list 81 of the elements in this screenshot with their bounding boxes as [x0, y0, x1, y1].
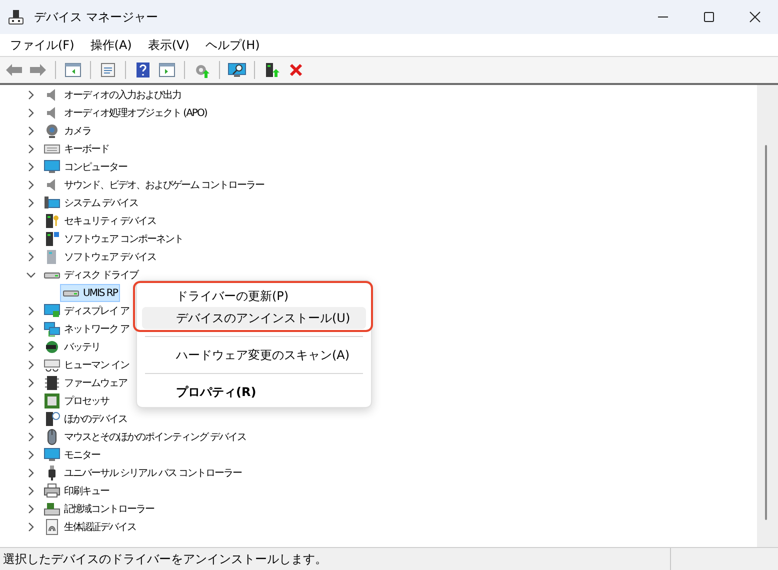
tree-item[interactable]: サウンド、ビデオ、およびゲーム コントローラー: [64, 178, 264, 192]
printer-icon: [44, 483, 60, 499]
tower-icon: [44, 411, 60, 427]
app-icon: [8, 9, 24, 25]
keyboard-icon: [44, 357, 60, 373]
tree-item[interactable]: システム デバイス: [64, 196, 138, 210]
expand-chevron-icon[interactable]: [26, 198, 36, 208]
expand-chevron-icon[interactable]: [26, 126, 36, 136]
expand-chevron-icon[interactable]: [26, 468, 36, 478]
drive-icon: [44, 501, 60, 517]
maximize-icon[interactable]: [703, 11, 715, 23]
window-title: デバイス マネージャー: [34, 8, 158, 26]
menu-item[interactable]: 表示(V): [142, 34, 196, 56]
expand-chevron-icon[interactable]: [26, 522, 36, 532]
expand-chevron-icon[interactable]: [26, 234, 36, 244]
chip-icon: [44, 375, 60, 391]
status-text: 選択したデバイスのドライバーをアンインストールします。: [0, 548, 671, 570]
tree-item[interactable]: ソフトウェア コンポーネント: [64, 232, 184, 246]
tree-item[interactable]: ネットワーク ア: [64, 322, 130, 336]
menu-item[interactable]: 操作(A): [84, 34, 138, 56]
tree-item[interactable]: カメラ: [64, 124, 91, 138]
context-menu-item[interactable]: プロパティ(R): [142, 381, 366, 403]
tower-icon: [44, 213, 60, 229]
chip-icon: [44, 393, 60, 409]
expand-chevron-icon[interactable]: [26, 504, 36, 514]
tree-item[interactable]: セキュリティ デバイス: [64, 214, 156, 228]
context-menu-item[interactable]: ハードウェア変更のスキャン(A): [142, 344, 366, 366]
tree-item[interactable]: プロセッサ: [64, 394, 109, 408]
tree-item[interactable]: ヒューマン イン: [64, 358, 130, 372]
tree-item[interactable]: 印刷キュー: [64, 484, 109, 498]
expand-chevron-icon[interactable]: [26, 378, 36, 388]
fingerprint-icon: [44, 519, 60, 535]
expand-chevron-icon[interactable]: [26, 324, 36, 334]
menu-item[interactable]: ヘルプ(H): [199, 34, 266, 56]
expand-chevron-icon[interactable]: [26, 180, 36, 190]
monitor-icon: [44, 447, 60, 463]
tree-item[interactable]: オーディオの入力および出力: [64, 88, 181, 102]
collapse-chevron-icon[interactable]: [26, 270, 36, 280]
tree-item[interactable]: ディスプレイ ア: [64, 304, 130, 318]
expand-chevron-icon[interactable]: [26, 90, 36, 100]
monitor-icon: [44, 195, 60, 211]
camera-icon: [44, 123, 60, 139]
expand-chevron-icon[interactable]: [26, 396, 36, 406]
expand-chevron-icon[interactable]: [26, 162, 36, 172]
monitor-icon: [44, 303, 60, 319]
expand-chevron-icon[interactable]: [26, 360, 36, 370]
scrollbar[interactable]: [757, 85, 778, 547]
properties-icon[interactable]: [98, 60, 118, 80]
tree-item[interactable]: ディスク ドライブ: [64, 268, 138, 282]
tree-item[interactable]: バッテリ: [64, 340, 100, 354]
expand-chevron-icon[interactable]: [26, 108, 36, 118]
tree-item[interactable]: ファームウェア: [64, 376, 127, 390]
tree-item[interactable]: コンピューター: [64, 160, 127, 174]
expand-chevron-icon[interactable]: [26, 342, 36, 352]
monitor-icon: [44, 159, 60, 175]
tree-item[interactable]: モニター: [64, 448, 100, 462]
context-menu-item[interactable]: デバイスのアンインストール(U): [142, 307, 366, 329]
pane-icon[interactable]: [157, 60, 177, 80]
expand-chevron-icon[interactable]: [26, 450, 36, 460]
tree-item[interactable]: キーボード: [64, 142, 109, 156]
tree-item[interactable]: ソフトウェア デバイス: [64, 250, 156, 264]
tree-item[interactable]: 生体認証デバイス: [64, 520, 136, 534]
tree-item[interactable]: 記憶域コントローラー: [64, 502, 154, 516]
tree-item[interactable]: ほかのデバイス: [64, 412, 127, 426]
context-menu-item[interactable]: ドライバーの更新(P): [142, 285, 366, 307]
network-icon: [44, 321, 60, 337]
tree-item[interactable]: マウスとそのほかのポインティング デバイス: [64, 430, 246, 444]
pane-icon[interactable]: [63, 60, 83, 80]
tree-item[interactable]: ユニバーサル シリアル バス コントローラー: [64, 466, 242, 480]
tower-icon: [44, 231, 60, 247]
expand-chevron-icon[interactable]: [26, 486, 36, 496]
expand-chevron-icon[interactable]: [26, 216, 36, 226]
expand-chevron-icon[interactable]: [26, 252, 36, 262]
expand-chevron-icon[interactable]: [26, 306, 36, 316]
expand-chevron-icon[interactable]: [26, 414, 36, 424]
tree-item[interactable]: UMIS RP: [60, 284, 120, 302]
menu-item[interactable]: ファイル(F): [4, 34, 80, 56]
close-icon[interactable]: [749, 11, 761, 23]
expand-chevron-icon[interactable]: [26, 432, 36, 442]
expand-chevron-icon[interactable]: [26, 144, 36, 154]
tree-item[interactable]: オーディオ処理オブジェクト (APO): [64, 106, 207, 120]
